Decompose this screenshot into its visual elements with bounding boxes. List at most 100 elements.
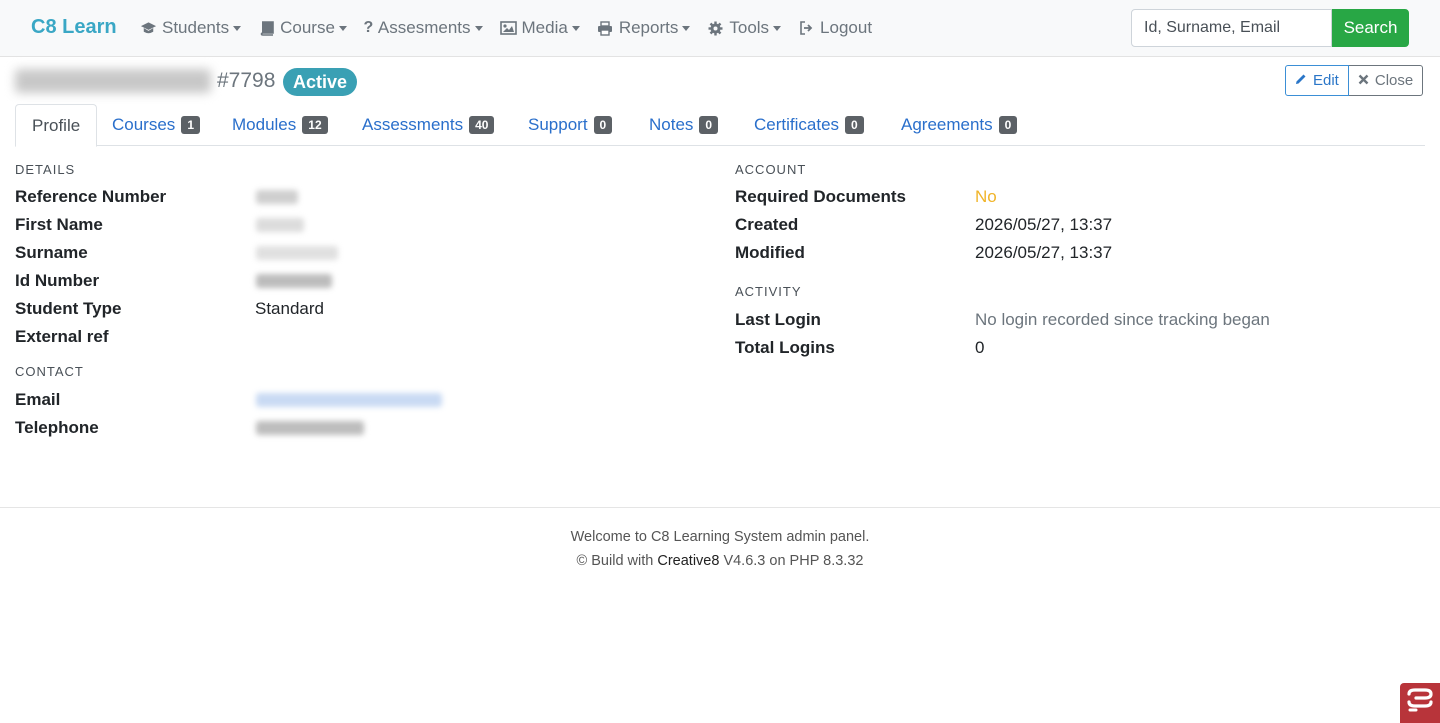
tab-assessments-count: 40 <box>469 116 495 134</box>
tab-agreements-label: Agreements <box>901 115 993 134</box>
chevron-down-icon <box>571 25 580 31</box>
total-logins-label: Total Logins <box>735 338 835 357</box>
tab-notes[interactable]: Notes 0 <box>633 104 734 146</box>
nav-assesments[interactable]: ? Assesments <box>364 18 483 38</box>
reference-number-value <box>256 190 298 204</box>
student-name-redacted <box>15 69 211 93</box>
telephone-label: Telephone <box>15 418 99 437</box>
reference-number-label: Reference Number <box>15 187 167 206</box>
tab-courses-label: Courses <box>112 115 176 134</box>
footer-welcome: Welcome to C8 Learning System admin pane… <box>570 529 870 545</box>
tab-modules[interactable]: Modules 12 <box>216 104 344 146</box>
tab-support[interactable]: Support 0 <box>512 104 628 146</box>
nav-media-label: Media <box>521 18 568 37</box>
account-heading: ACCOUNT <box>735 162 807 177</box>
last-login-value: No login recorded since tracking began <box>975 310 1270 329</box>
tab-certificates-count: 0 <box>845 116 864 134</box>
chat-widget-icon <box>1406 687 1434 719</box>
tab-modules-label: Modules <box>232 115 297 134</box>
modified-value: 2026/05/27, 13:37 <box>975 243 1113 262</box>
tab-certificates[interactable]: Certificates 0 <box>738 104 880 146</box>
printer-icon <box>597 20 614 36</box>
close-button-label: Close <box>1374 72 1414 89</box>
nav-students[interactable]: Students <box>140 18 242 38</box>
total-logins-value: 0 <box>975 338 985 357</box>
created-label: Created <box>735 215 799 234</box>
student-type-value: Standard <box>255 299 324 318</box>
chat-widget-button[interactable] <box>1400 683 1440 723</box>
nav-logout[interactable]: Logout <box>798 18 872 38</box>
chevron-down-icon <box>338 25 347 31</box>
nav-students-label: Students <box>162 18 230 37</box>
last-login-label: Last Login <box>735 310 821 329</box>
required-documents-label: Required Documents <box>735 187 906 206</box>
tab-courses[interactable]: Courses 1 <box>96 104 216 146</box>
tab-profile[interactable]: Profile <box>15 104 98 147</box>
nav-course[interactable]: Course <box>258 18 347 38</box>
tab-notes-label: Notes <box>649 115 694 134</box>
chevron-down-icon <box>682 25 691 31</box>
close-icon <box>1358 73 1369 88</box>
close-button[interactable]: Close <box>1348 65 1424 96</box>
search-input[interactable] <box>1131 9 1332 47</box>
details-heading: DETAILS <box>15 162 76 177</box>
tab-assessments[interactable]: Assessments 40 <box>346 104 510 146</box>
nav-reports[interactable]: Reports <box>597 18 691 38</box>
required-documents-value: No <box>975 187 997 206</box>
created-value: 2026/05/27, 13:37 <box>975 215 1113 234</box>
top-navbar: C8 Learn Students Course ? Assesments Me… <box>0 0 1440 57</box>
tab-assessments-label: Assessments <box>362 115 464 134</box>
sign-out-icon <box>798 20 815 36</box>
nav-course-label: Course <box>280 18 335 37</box>
edit-button-label: Edit <box>1313 72 1339 89</box>
brand-logo[interactable]: C8 Learn <box>31 16 117 39</box>
tab-courses-count: 1 <box>181 116 200 134</box>
telephone-value <box>256 421 364 435</box>
chevron-down-icon <box>233 25 242 31</box>
tab-support-count: 0 <box>593 116 613 134</box>
student-id: #7798 <box>217 69 276 92</box>
chevron-down-icon <box>474 25 483 31</box>
contact-heading: CONTACT <box>15 364 84 379</box>
tab-agreements-count: 0 <box>998 116 1018 134</box>
gear-icon <box>707 20 724 36</box>
edit-button[interactable]: Edit <box>1285 65 1349 96</box>
search-button[interactable]: Search <box>1332 9 1409 47</box>
student-type-label: Student Type <box>15 299 122 318</box>
nav-reports-label: Reports <box>618 18 679 37</box>
footer-build-version: V4.6.3 on PHP 8.3.32 <box>719 553 864 569</box>
first-name-value <box>256 218 304 232</box>
nav-media[interactable]: Media <box>499 18 580 38</box>
tab-notes-count: 0 <box>699 116 719 134</box>
footer-build-prefix: © Build with <box>576 553 658 569</box>
nav-assesments-label: Assesments <box>377 18 471 37</box>
pencil-icon <box>1295 73 1307 88</box>
tab-support-label: Support <box>528 115 588 134</box>
id-number-label: Id Number <box>15 271 100 290</box>
header-actions: Edit Close <box>1285 65 1424 96</box>
graduation-cap-icon <box>140 20 157 36</box>
tab-profile-label: Profile <box>32 115 81 135</box>
modified-label: Modified <box>735 243 805 262</box>
footer-divider <box>0 507 1440 508</box>
footer-creative8-link[interactable]: Creative8 <box>657 553 719 569</box>
external-ref-label: External ref <box>15 327 109 346</box>
footer-build: © Build with Creative8 V4.6.3 on PHP 8.3… <box>0 553 1440 569</box>
status-badge: Active <box>283 68 358 96</box>
image-icon <box>499 20 517 36</box>
nav-logout-label: Logout <box>820 18 873 37</box>
chevron-down-icon <box>773 25 782 31</box>
nav-tools-label: Tools <box>729 18 770 37</box>
question-icon: ? <box>363 19 374 36</box>
profile-tabs: Profile Courses 1 Modules 12 Assessments… <box>15 104 1425 147</box>
email-label: Email <box>15 390 61 409</box>
activity-heading: ACTIVITY <box>735 284 802 299</box>
book-icon <box>258 20 275 36</box>
email-value[interactable] <box>256 393 442 407</box>
main-nav: Students Course ? Assesments Media Repor… <box>140 0 889 56</box>
surname-value <box>256 246 338 260</box>
tab-agreements[interactable]: Agreements 0 <box>885 104 1033 146</box>
nav-tools[interactable]: Tools <box>707 18 782 38</box>
first-name-label: First Name <box>15 215 103 234</box>
surname-label: Surname <box>15 243 88 262</box>
